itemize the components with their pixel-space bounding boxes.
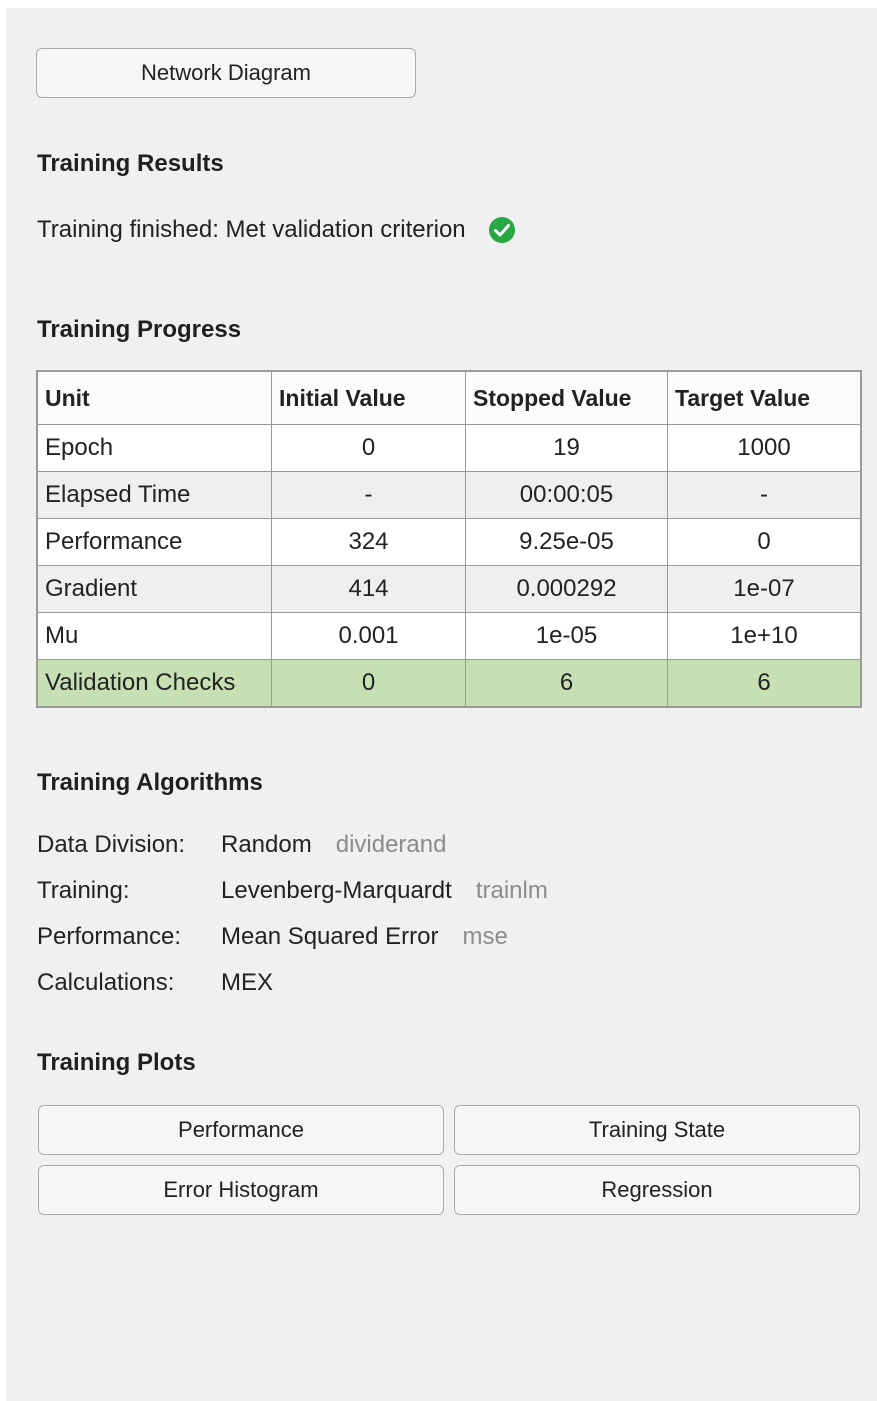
initial-value-cell: - — [271, 471, 466, 519]
initial-value-cell: 324 — [271, 518, 466, 566]
column-header: Stopped Value — [465, 371, 668, 425]
algorithm-function: mse — [462, 923, 508, 950]
regression-plot-button[interactable]: Regression — [454, 1165, 860, 1215]
unit-cell: Epoch — [37, 424, 272, 472]
algorithm-label: Performance: — [37, 923, 182, 950]
column-header: Initial Value — [271, 371, 466, 425]
algorithm-value: Random — [221, 831, 312, 858]
stopped-value-cell: 0.000292 — [465, 565, 668, 613]
stopped-value-cell: 00:00:05 — [465, 471, 668, 519]
table-row: Performance 324 9.25e-05 0 — [37, 518, 861, 566]
unit-cell: Gradient — [37, 565, 272, 613]
algorithm-label: Calculations: — [37, 969, 175, 996]
table-row: Elapsed Time - 00:00:05 - — [37, 471, 861, 519]
stopped-value-cell: 9.25e-05 — [465, 518, 668, 566]
training-status-text: Training finished: Met validation criter… — [37, 216, 466, 243]
algorithm-label: Training: — [37, 877, 130, 904]
algorithm-value: MEX — [221, 969, 274, 996]
table-row: Mu 0.001 1e-05 1e+10 — [37, 612, 861, 660]
target-value-cell: - — [667, 471, 861, 519]
performance-plot-button[interactable]: Performance — [38, 1105, 444, 1155]
training-panel: Network Diagram Training Results Trainin… — [6, 8, 877, 1401]
training-algorithms-heading: Training Algorithms — [37, 769, 263, 796]
stopped-value-cell: 6 — [465, 659, 668, 707]
algorithm-function: dividerand — [335, 831, 447, 858]
table-row: Gradient 414 0.000292 1e-07 — [37, 565, 861, 613]
training-algorithms-list: Data Division: Random dividerand Trainin… — [37, 822, 548, 1006]
algorithm-row: Data Division: Random dividerand — [37, 822, 548, 868]
training-state-plot-button[interactable]: Training State — [454, 1105, 860, 1155]
algorithm-row: Calculations: MEX — [37, 960, 548, 1006]
training-results-heading: Training Results — [37, 150, 224, 177]
initial-value-cell: 0 — [271, 424, 466, 472]
error-histogram-plot-button[interactable]: Error Histogram — [38, 1165, 444, 1215]
table-header-row: Unit Initial Value Stopped Value Target … — [37, 371, 861, 425]
algorithm-value: Mean Squared Error — [221, 923, 439, 950]
network-diagram-button[interactable]: Network Diagram — [36, 48, 416, 98]
initial-value-cell: 0 — [271, 659, 466, 707]
algorithm-function: trainlm — [475, 877, 548, 904]
unit-cell: Mu — [37, 612, 272, 660]
target-value-cell: 0 — [667, 518, 861, 566]
column-header: Target Value — [667, 371, 861, 425]
unit-cell: Validation Checks — [37, 659, 272, 707]
stopped-value-cell: 1e-05 — [465, 612, 668, 660]
unit-cell: Performance — [37, 518, 272, 566]
algorithm-label: Data Division: — [37, 831, 186, 858]
column-header: Unit — [37, 371, 272, 425]
table-row-highlighted: Validation Checks 0 6 6 — [37, 659, 861, 707]
target-value-cell: 1e-07 — [667, 565, 861, 613]
training-progress-table: Unit Initial Value Stopped Value Target … — [36, 370, 862, 708]
target-value-cell: 1e+10 — [667, 612, 861, 660]
initial-value-cell: 0.001 — [271, 612, 466, 660]
algorithm-value: Levenberg-Marquardt — [221, 877, 452, 904]
training-progress-heading: Training Progress — [37, 316, 242, 343]
algorithm-row: Training: Levenberg-Marquardt trainlm — [37, 868, 548, 914]
training-status: Training finished: Met validation criter… — [37, 214, 516, 246]
initial-value-cell: 414 — [271, 565, 466, 613]
target-value-cell: 6 — [667, 659, 861, 707]
unit-cell: Elapsed Time — [37, 471, 272, 519]
check-circle-icon — [488, 217, 515, 243]
target-value-cell: 1000 — [667, 424, 861, 472]
algorithm-row: Performance: Mean Squared Error mse — [37, 914, 548, 960]
training-plots-heading: Training Plots — [37, 1049, 196, 1076]
table-row: Epoch 0 19 1000 — [37, 424, 861, 472]
stopped-value-cell: 19 — [465, 424, 668, 472]
